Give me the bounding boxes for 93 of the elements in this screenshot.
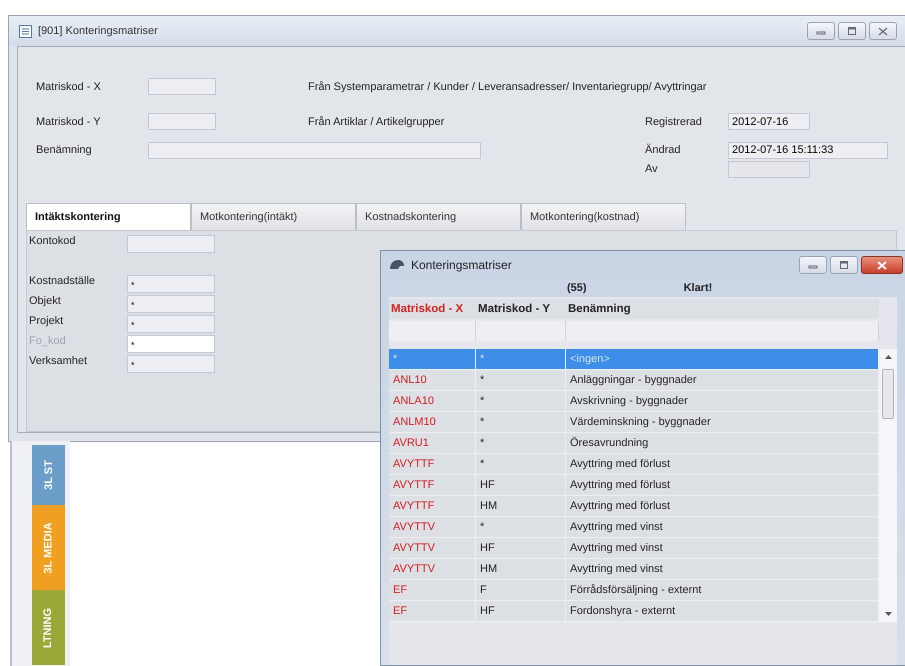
tab[interactable]: Motkontering(intäkt) xyxy=(191,203,356,230)
table-cell: ANLM10 xyxy=(389,412,476,432)
table-cell: F xyxy=(476,580,566,600)
field-label: Registrerad xyxy=(645,116,703,128)
input-field[interactable]: * xyxy=(127,355,215,373)
table-cell: * xyxy=(476,454,566,474)
scrollbar[interactable] xyxy=(879,349,897,622)
table-row[interactable]: ANLA10 * Avskrivning - byggnader xyxy=(389,391,879,412)
field-label: Benämning xyxy=(36,144,93,156)
field-label: Matriskod - X xyxy=(36,80,102,92)
field-label: Kostnadställe xyxy=(28,275,96,289)
table-row[interactable]: EF HF Fordonshyra - externt xyxy=(389,601,879,622)
minimize-button[interactable] xyxy=(799,256,827,274)
table-cell: AVYTTF xyxy=(389,454,476,474)
table-row[interactable]: AVYTTF HF Avyttring med förlust xyxy=(389,475,879,496)
table-row[interactable]: AVYTTF * Avyttring med förlust xyxy=(389,454,879,475)
input-field[interactable]: * xyxy=(127,315,215,333)
tab[interactable]: Intäktskontering xyxy=(26,203,191,230)
scroll-up-icon[interactable] xyxy=(884,355,892,359)
table-row[interactable]: AVYTTV HF Avyttring med vinst xyxy=(389,538,879,559)
input-field[interactable]: * xyxy=(127,295,215,313)
table-cell: * xyxy=(476,517,566,537)
table-row[interactable]: ANL10 * Anläggningar - byggnader xyxy=(389,370,879,391)
field-label: Ändrad xyxy=(645,144,682,156)
table-row[interactable]: AVYTTV * Avyttring med vinst xyxy=(389,517,879,538)
table-cell: AVYTTF xyxy=(389,475,476,495)
source-text: Från Artiklar / Artikelgrupper xyxy=(308,116,446,128)
input-field[interactable] xyxy=(728,160,810,178)
table-row[interactable]: AVRU1 * Öresavrundning xyxy=(389,433,879,454)
table-row[interactable]: EF F Förrådsförsäljning - externt xyxy=(389,580,879,601)
maximize-icon xyxy=(847,27,857,35)
column-header[interactable]: Matriskod - X xyxy=(389,303,476,315)
scroll-thumb[interactable] xyxy=(882,369,894,419)
field-label: Av xyxy=(645,163,659,175)
table-cell: ANLA10 xyxy=(389,391,476,411)
table-cell: AVYTTV xyxy=(389,538,476,558)
table-cell: AVYTTF xyxy=(389,496,476,516)
table-cell: HF xyxy=(476,538,566,558)
close-icon xyxy=(878,26,888,36)
form-icon xyxy=(19,24,32,38)
tab[interactable]: Motkontering(kostnad) xyxy=(521,203,686,230)
table-cell: * xyxy=(476,349,566,369)
table-cell: HM xyxy=(476,559,566,579)
table-cell: * xyxy=(476,391,566,411)
field-label: Kontokod xyxy=(28,235,76,249)
window-title: Konteringsmatriser xyxy=(411,258,513,272)
filter-field[interactable] xyxy=(389,321,476,341)
table-cell: HF xyxy=(476,601,566,621)
table-cell: AVYTTV xyxy=(389,559,476,579)
field-label: Projekt xyxy=(28,315,64,329)
close-button[interactable] xyxy=(861,256,903,274)
field-label: Verksamhet xyxy=(28,355,88,369)
minimize-button[interactable] xyxy=(807,22,835,40)
filter-field[interactable] xyxy=(476,321,566,341)
tab[interactable]: Kostnadskontering xyxy=(356,203,521,230)
table-cell: * xyxy=(389,349,476,369)
table-cell: EF xyxy=(389,601,476,621)
field-label: Objekt xyxy=(28,295,62,309)
input-field[interactable] xyxy=(148,142,481,158)
table-row[interactable]: AVYTTF HM Avyttring med förlust xyxy=(389,496,879,517)
table-cell: AVRU1 xyxy=(389,433,476,453)
close-icon xyxy=(877,260,887,270)
table-row[interactable]: AVYTTV HM Avyttring med vinst xyxy=(389,559,879,580)
column-header[interactable]: Matriskod - Y xyxy=(476,303,566,315)
app-icon xyxy=(389,259,405,271)
window-title: [901] Konteringsmatriser xyxy=(38,25,159,37)
close-button[interactable] xyxy=(869,22,897,40)
source-text: Från Systemparametrar / Kunder / Leveransadresser/ Inventariegrupp/ Avyttringar xyxy=(308,80,708,92)
maximize-icon xyxy=(839,261,849,269)
table-row[interactable]: ANLM10 * Värdeminskning - byggnader xyxy=(389,412,879,433)
table-cell: HM xyxy=(476,496,566,516)
input-field[interactable]: 2012-07-16 15:11:33 xyxy=(728,142,888,158)
table-cell: ANL10 xyxy=(389,370,476,390)
table-cell: * xyxy=(476,433,566,453)
input-field[interactable] xyxy=(127,235,215,253)
filter-field[interactable] xyxy=(566,321,879,341)
column-header[interactable]: Benämning xyxy=(566,303,879,315)
table-cell: * xyxy=(476,412,566,432)
input-field[interactable] xyxy=(148,113,216,130)
field-label: Fo_kod xyxy=(28,335,67,349)
status-text: Klart! xyxy=(684,282,712,294)
table-cell: HF xyxy=(476,475,566,495)
table-cell: * xyxy=(476,370,566,390)
input-field[interactable] xyxy=(148,78,216,95)
maximize-button[interactable] xyxy=(838,22,866,40)
input-field[interactable]: 2012-07-16 xyxy=(728,113,810,130)
table-cell: AVYTTV xyxy=(389,517,476,537)
scroll-down-icon[interactable] xyxy=(884,612,892,616)
maximize-button[interactable] xyxy=(830,256,858,274)
table-cell: EF xyxy=(389,580,476,600)
field-label: Matriskod - Y xyxy=(36,116,102,128)
record-count: (55) xyxy=(567,282,587,294)
input-field[interactable]: * xyxy=(127,275,215,293)
